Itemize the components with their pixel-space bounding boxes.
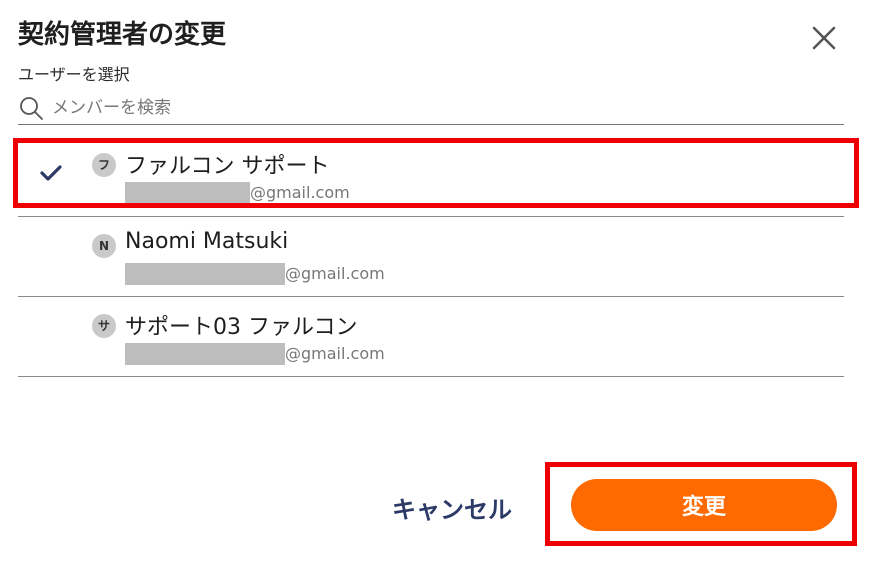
search-icon — [20, 97, 43, 120]
user-list: フ ファルコン サポート @gmail.com N Naomi Matsuki … — [18, 136, 844, 377]
avatar: フ — [92, 153, 116, 177]
user-row-2[interactable]: N Naomi Matsuki @gmail.com — [18, 217, 844, 297]
member-search — [18, 92, 844, 125]
email-redaction — [125, 343, 285, 365]
close-button[interactable] — [806, 20, 842, 56]
avatar: サ — [92, 314, 116, 338]
user-email: @gmail.com — [125, 343, 385, 365]
email-domain: @gmail.com — [285, 344, 385, 363]
change-button[interactable]: 変更 — [571, 479, 837, 531]
select-user-label: ユーザーを選択 — [18, 65, 130, 84]
user-email: @gmail.com — [125, 182, 350, 204]
check-icon — [40, 165, 62, 181]
email-domain: @gmail.com — [250, 183, 350, 202]
email-domain: @gmail.com — [285, 264, 385, 283]
user-row-1[interactable]: フ ファルコン サポート @gmail.com — [18, 136, 844, 217]
user-row-3[interactable]: サ サポート03 ファルコン @gmail.com — [18, 297, 844, 377]
user-name: Naomi Matsuki — [125, 229, 289, 254]
user-name: サポート03 ファルコン — [125, 315, 358, 340]
user-email: @gmail.com — [125, 263, 385, 285]
avatar: N — [92, 234, 116, 258]
close-icon — [812, 26, 836, 50]
search-input[interactable] — [52, 94, 832, 122]
dialog-title: 契約管理者の変更 — [18, 20, 227, 50]
change-admin-dialog: 契約管理者の変更 ユーザーを選択 フ ファルコン サポート @gmail.com — [0, 0, 896, 581]
email-redaction — [125, 182, 250, 204]
email-redaction — [125, 263, 285, 285]
cancel-button[interactable]: キャンセル — [392, 485, 532, 529]
user-name: ファルコン サポート — [125, 154, 330, 179]
